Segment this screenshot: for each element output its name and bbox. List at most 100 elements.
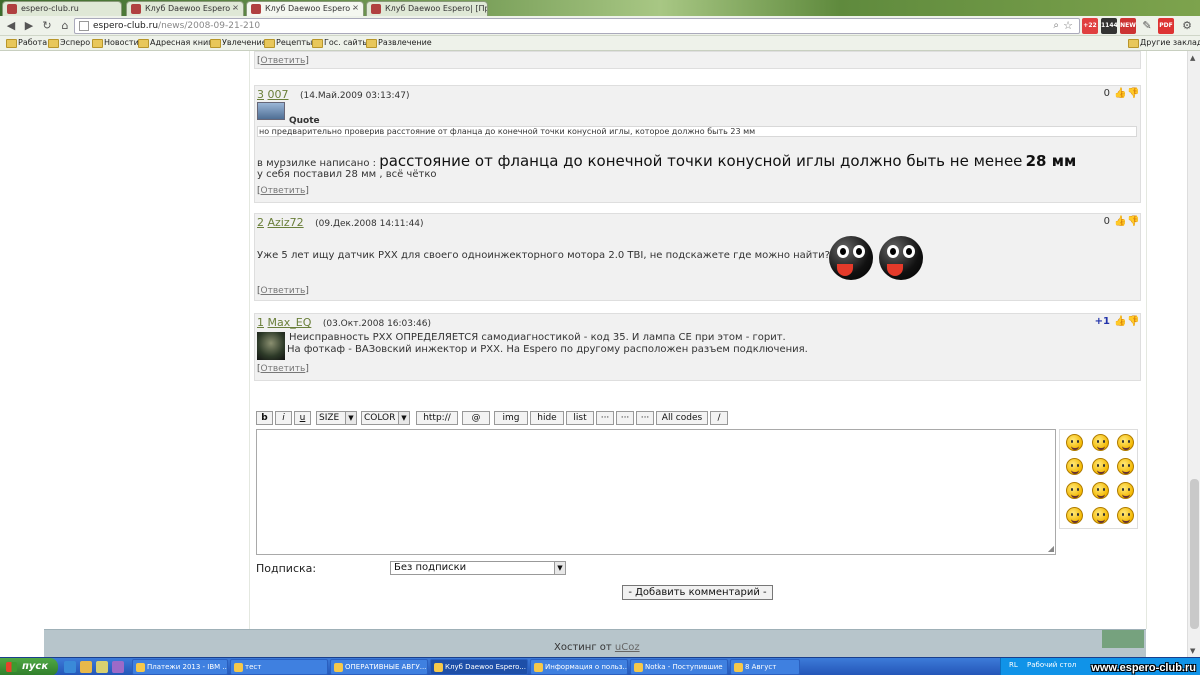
- close-icon[interactable]: ×: [232, 3, 239, 12]
- comment-number[interactable]: 3: [257, 88, 264, 101]
- bookmark-folder[interactable]: Рецепты: [264, 38, 312, 48]
- reply-link[interactable]: [Ответить]: [257, 286, 309, 296]
- search-icon[interactable]: ⌕: [1053, 19, 1059, 33]
- taskbar-item[interactable]: Notka - Поступившие: [630, 659, 728, 675]
- other-bookmarks[interactable]: Другие закладки: [1128, 38, 1200, 48]
- wink-smiley-icon[interactable]: [1117, 507, 1134, 524]
- taskbar-item[interactable]: ОПЕРАТИВНЫЕ АВГУ...: [330, 659, 428, 675]
- bookmark-folder[interactable]: Эсперо: [48, 38, 90, 48]
- smile-smiley-icon[interactable]: [1117, 458, 1134, 475]
- reload-icon[interactable]: ↻: [40, 19, 54, 33]
- bookmark-folder[interactable]: Новости: [92, 38, 139, 48]
- taskbar-item[interactable]: 8 Август: [730, 659, 800, 675]
- pen-icon[interactable]: ✎: [1140, 19, 1154, 33]
- reply-link-text[interactable]: Ответить: [261, 186, 306, 196]
- resize-grip-icon[interactable]: ◢: [1048, 544, 1054, 553]
- bookmark-folder[interactable]: Увлечение: [210, 38, 267, 48]
- close-icon[interactable]: ×: [352, 3, 359, 12]
- hide-button[interactable]: hide: [530, 411, 564, 425]
- thumbs-up-icon[interactable]: 👍: [1114, 88, 1126, 99]
- thumbs-up-icon[interactable]: 👍: [1114, 216, 1126, 227]
- thumbs-down-icon[interactable]: 👎: [1127, 216, 1139, 227]
- page-scrollbar[interactable]: ▲ ▼: [1187, 51, 1200, 657]
- ucoz-link[interactable]: uCoz: [615, 642, 640, 653]
- back-icon[interactable]: ◀: [4, 19, 18, 33]
- subscription-select[interactable]: Без подписки ▼: [390, 561, 566, 575]
- surprised-smiley-icon[interactable]: [1117, 482, 1134, 499]
- tab-1[interactable]: espero-club.ru: [2, 1, 122, 16]
- bookmark-folder[interactable]: Адресная книга: [138, 38, 217, 48]
- extension-badge-1[interactable]: +22: [1082, 18, 1098, 34]
- thumbs-down-icon[interactable]: 👎: [1127, 316, 1139, 327]
- size-select[interactable]: SIZE ▼: [316, 411, 357, 425]
- extension-badge-3[interactable]: NEW: [1120, 18, 1136, 34]
- all-codes-button[interactable]: All codes: [656, 411, 708, 425]
- reply-link-text[interactable]: Ответить: [261, 364, 306, 374]
- forward-icon[interactable]: ▶: [22, 19, 36, 33]
- grin-smiley-icon[interactable]: [1092, 434, 1109, 451]
- comment-number[interactable]: 2: [257, 216, 264, 229]
- tab-4[interactable]: Клуб Daewoo Espero| [При: [366, 1, 488, 16]
- comment-author[interactable]: Aziz72: [268, 216, 304, 229]
- star-icon[interactable]: ☆: [1063, 19, 1073, 33]
- list-button[interactable]: list: [566, 411, 594, 425]
- address-bar[interactable]: espero-club.ru/news/2008-09-21-210 ⌕ ☆: [74, 18, 1080, 34]
- shocked-smiley-icon[interactable]: [1066, 458, 1083, 475]
- reply-link[interactable]: [Ответить]: [257, 186, 309, 196]
- laugh-smiley-icon[interactable]: [1092, 482, 1109, 499]
- cool-smiley-icon[interactable]: [1117, 434, 1134, 451]
- language-indicator[interactable]: RL: [1009, 661, 1018, 669]
- extra-button-3[interactable]: ···: [636, 411, 654, 425]
- extra-button-1[interactable]: ···: [596, 411, 614, 425]
- scroll-down-icon[interactable]: ▼: [1190, 647, 1195, 655]
- extension-badge-2[interactable]: 1144: [1101, 18, 1118, 34]
- home-icon[interactable]: ⌂: [58, 19, 72, 33]
- sad-smiley-icon[interactable]: [1066, 482, 1083, 499]
- tongue-smiley-icon[interactable]: [1066, 507, 1083, 524]
- reply-link[interactable]: [Ответить]: [257, 364, 309, 374]
- taskbar-item-active[interactable]: Клуб Daewoo Espero...: [430, 659, 528, 675]
- thumbs-down-icon[interactable]: 👎: [1127, 88, 1139, 99]
- tab-2[interactable]: Клуб Daewoo Espero - ×: [126, 1, 244, 16]
- taskbar-item[interactable]: Информация о польз...: [530, 659, 628, 675]
- start-button[interactable]: пуск: [0, 658, 58, 675]
- wrench-icon[interactable]: ⚙: [1180, 19, 1194, 33]
- bookmark-folder[interactable]: Развлечение: [366, 38, 432, 48]
- img-button[interactable]: img: [494, 411, 528, 425]
- tab-3-active[interactable]: Клуб Daewoo Espero - ×: [246, 1, 364, 16]
- reply-link[interactable]: [Ответить]: [257, 56, 309, 66]
- angry-smiley-icon[interactable]: [1066, 434, 1083, 451]
- taskbar-item[interactable]: Платежи 2013 - IBM ...: [132, 659, 228, 675]
- desktop-toolbar[interactable]: Рабочий стол: [1027, 661, 1076, 669]
- color-select[interactable]: COLOR ▼: [361, 411, 410, 425]
- comment-number[interactable]: 1: [257, 316, 264, 329]
- bookmark-folder[interactable]: Гос. сайты: [312, 38, 369, 48]
- add-comment-button[interactable]: - Добавить комментарий -: [622, 585, 773, 600]
- italic-button[interactable]: i: [275, 411, 292, 425]
- confused-smiley-icon[interactable]: [1092, 507, 1109, 524]
- url-button[interactable]: http://: [416, 411, 458, 425]
- reply-link-text[interactable]: Ответить: [261, 286, 306, 296]
- close-tags-button[interactable]: /: [710, 411, 728, 425]
- comment-author[interactable]: 007: [268, 88, 289, 101]
- quicklaunch-app-icon[interactable]: [96, 661, 108, 673]
- extension-badge-4[interactable]: PDF: [1158, 18, 1174, 34]
- comment-author[interactable]: Max_EQ: [268, 316, 312, 329]
- ucoz-badge[interactable]: [1102, 630, 1144, 648]
- bookmark-folder[interactable]: Работа: [6, 38, 47, 48]
- scrollbar-thumb[interactable]: [1190, 479, 1199, 629]
- quicklaunch-folder-icon[interactable]: [80, 661, 92, 673]
- thumbs-up-icon[interactable]: 👍: [1114, 316, 1126, 327]
- quicklaunch-ie-icon[interactable]: [64, 661, 76, 673]
- extra-button-2[interactable]: ···: [616, 411, 634, 425]
- reply-link-text[interactable]: Ответить: [261, 56, 306, 66]
- bold-button[interactable]: b: [256, 411, 273, 425]
- email-button[interactable]: @: [462, 411, 490, 425]
- happy-smiley-icon[interactable]: [1092, 458, 1109, 475]
- right-margin: [1146, 51, 1187, 629]
- comment-textarea[interactable]: ◢: [256, 429, 1056, 555]
- scroll-up-icon[interactable]: ▲: [1190, 54, 1195, 62]
- taskbar-item[interactable]: тест: [230, 659, 328, 675]
- underline-button[interactable]: u: [294, 411, 311, 425]
- quicklaunch-app-icon[interactable]: [112, 661, 124, 673]
